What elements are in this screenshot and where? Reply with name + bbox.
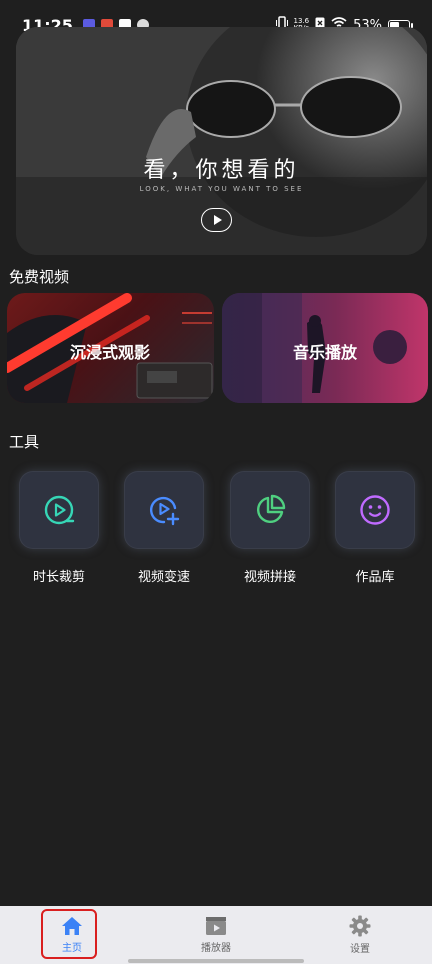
section-title-tools: 工具 bbox=[9, 433, 40, 451]
hero-subtitle: LOOK, WHAT YOU WANT TO SEE bbox=[139, 185, 304, 193]
card-label: 沉浸式观影 bbox=[70, 343, 151, 362]
card-music-play[interactable]: 音乐播放 bbox=[222, 293, 428, 403]
gear-icon bbox=[349, 915, 371, 937]
card-label: 音乐播放 bbox=[293, 343, 358, 362]
hero-title: 看，你想看的 bbox=[143, 158, 300, 183]
tool-label: 时长裁剪 bbox=[32, 570, 85, 585]
tool-works-button[interactable] bbox=[335, 471, 415, 549]
nav-settings[interactable]: 设置 bbox=[288, 906, 432, 964]
clapper-icon bbox=[206, 917, 226, 935]
section-title-free-videos: 免费视频 bbox=[9, 268, 70, 286]
smile-icon bbox=[360, 495, 390, 525]
tool-merge-button[interactable] bbox=[230, 471, 310, 549]
card-immersive-viewing[interactable]: 沉浸式观影 bbox=[7, 293, 214, 403]
hero-banner[interactable]: 看，你想看的 LOOK, WHAT YOU WANT TO SEE bbox=[16, 27, 427, 255]
pie-chart-icon bbox=[257, 494, 286, 523]
selection-highlight bbox=[41, 909, 97, 959]
tool-label: 视频拼接 bbox=[243, 570, 296, 585]
play-plus-icon bbox=[149, 496, 180, 526]
nav-label: 播放器 bbox=[201, 943, 231, 954]
nav-label: 设置 bbox=[350, 944, 370, 955]
play-circle-icon bbox=[44, 495, 75, 525]
tool-label: 视频变速 bbox=[137, 570, 190, 585]
tool-trim-button[interactable] bbox=[19, 471, 99, 549]
nav-player[interactable]: 播放器 bbox=[144, 906, 288, 964]
tool-speed-button[interactable] bbox=[124, 471, 204, 549]
play-icon bbox=[213, 215, 222, 225]
gesture-home-bar[interactable] bbox=[128, 959, 304, 963]
play-button[interactable] bbox=[201, 208, 232, 232]
tool-label: 作品库 bbox=[355, 570, 395, 585]
